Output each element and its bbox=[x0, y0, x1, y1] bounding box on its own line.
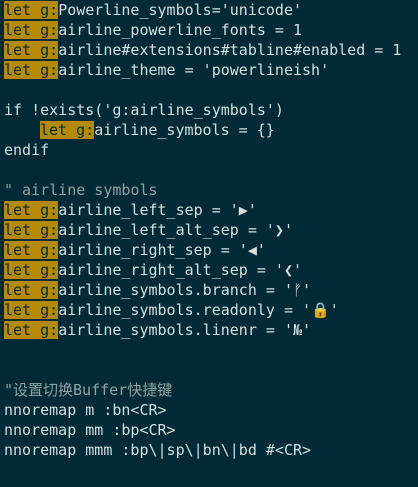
code-line[interactable]: " airline symbols bbox=[0, 180, 418, 200]
let-keyword-highlight: let g: bbox=[4, 41, 59, 59]
code-line[interactable]: let g:airline_right_alt_sep = '❮' bbox=[0, 260, 418, 280]
code-line[interactable]: nnoremap m :bn<CR> bbox=[0, 400, 418, 420]
code-line[interactable]: let g:airline_left_sep = '▶' bbox=[0, 200, 418, 220]
code-line[interactable]: nnoremap mmm :bp\|sp\|bn\|bd #<CR> bbox=[0, 440, 418, 460]
code-line[interactable]: if !exists('g:airline_symbols') bbox=[0, 100, 418, 120]
code-text: airline_right_sep = '◀' bbox=[58, 241, 266, 259]
code-line[interactable]: let g:airline_symbols.branch = 'ᚠ' bbox=[0, 280, 418, 300]
code-text: nnoremap mmm :bp\|sp\|bn\|bd #<CR> bbox=[4, 441, 312, 459]
code-text: airline_theme = 'powerlineish' bbox=[58, 61, 330, 79]
let-keyword-highlight: let g: bbox=[40, 121, 95, 139]
code-line[interactable]: "设置切换Buffer快捷键 bbox=[0, 380, 418, 400]
let-keyword-highlight: let g: bbox=[4, 261, 59, 279]
code-line[interactable]: let g:airline_theme = 'powerlineish' bbox=[0, 60, 418, 80]
code-text: Powerline_symbols='unicode' bbox=[58, 1, 303, 19]
code-text: airline_symbols.branch = 'ᚠ' bbox=[58, 281, 312, 299]
code-text: airline#extensions#tabline#enabled = 1 bbox=[58, 41, 402, 59]
vim-editor[interactable]: let g:Powerline_symbols='unicode' let g:a… bbox=[0, 0, 418, 487]
code-text: if !exists('g:airline_symbols') bbox=[4, 101, 284, 119]
code-line[interactable]: let g:airline_symbols.linenr = '№' bbox=[0, 320, 418, 340]
code-line[interactable]: let g:airline_symbols = {} bbox=[0, 120, 418, 140]
code-line[interactable] bbox=[0, 360, 418, 380]
code-line[interactable] bbox=[0, 160, 418, 180]
code-text: airline_symbols = {} bbox=[94, 121, 275, 139]
code-line[interactable]: endif bbox=[0, 140, 418, 160]
code-text: airline_symbols.linenr = '№' bbox=[58, 321, 312, 339]
code-line[interactable]: let g:Powerline_symbols='unicode' bbox=[0, 0, 418, 20]
code-text: nnoremap mm :bp<CR> bbox=[4, 421, 176, 439]
let-keyword-highlight: let g: bbox=[4, 1, 59, 19]
code-text: nnoremap m :bn<CR> bbox=[4, 401, 167, 419]
code-line[interactable]: let g:airline_right_sep = '◀' bbox=[0, 240, 418, 260]
code-line[interactable]: let g:airline_symbols.readonly = '🔒' bbox=[0, 300, 418, 320]
code-text: endif bbox=[4, 141, 50, 159]
let-keyword-highlight: let g: bbox=[4, 201, 59, 219]
code-text: airline_left_alt_sep = '❯' bbox=[58, 221, 293, 239]
let-keyword-highlight: let g: bbox=[4, 61, 59, 79]
let-keyword-highlight: let g: bbox=[4, 321, 59, 339]
code-text: airline_left_sep = '▶' bbox=[58, 201, 257, 219]
let-keyword-highlight: let g: bbox=[4, 221, 59, 239]
code-line[interactable]: nnoremap mm :bp<CR> bbox=[0, 420, 418, 440]
let-keyword-highlight: let g: bbox=[4, 241, 59, 259]
code-line[interactable]: let g:airline#extensions#tabline#enabled… bbox=[0, 40, 418, 60]
code-line[interactable] bbox=[0, 80, 418, 100]
let-keyword-highlight: let g: bbox=[4, 301, 59, 319]
code-text: airline_symbols.readonly = '🔒' bbox=[58, 301, 339, 319]
code-line[interactable] bbox=[0, 340, 418, 360]
code-text: airline_powerline_fonts = 1 bbox=[58, 21, 303, 39]
code-line[interactable]: let g:airline_powerline_fonts = 1 bbox=[0, 20, 418, 40]
code-comment: " airline symbols bbox=[4, 181, 158, 199]
let-keyword-highlight: let g: bbox=[4, 21, 59, 39]
code-line[interactable]: let g:airline_left_alt_sep = '❯' bbox=[0, 220, 418, 240]
code-comment: "设置切换Buffer快捷键 bbox=[4, 381, 173, 399]
code-text: airline_right_alt_sep = '❮' bbox=[58, 261, 303, 279]
let-keyword-highlight: let g: bbox=[4, 281, 59, 299]
